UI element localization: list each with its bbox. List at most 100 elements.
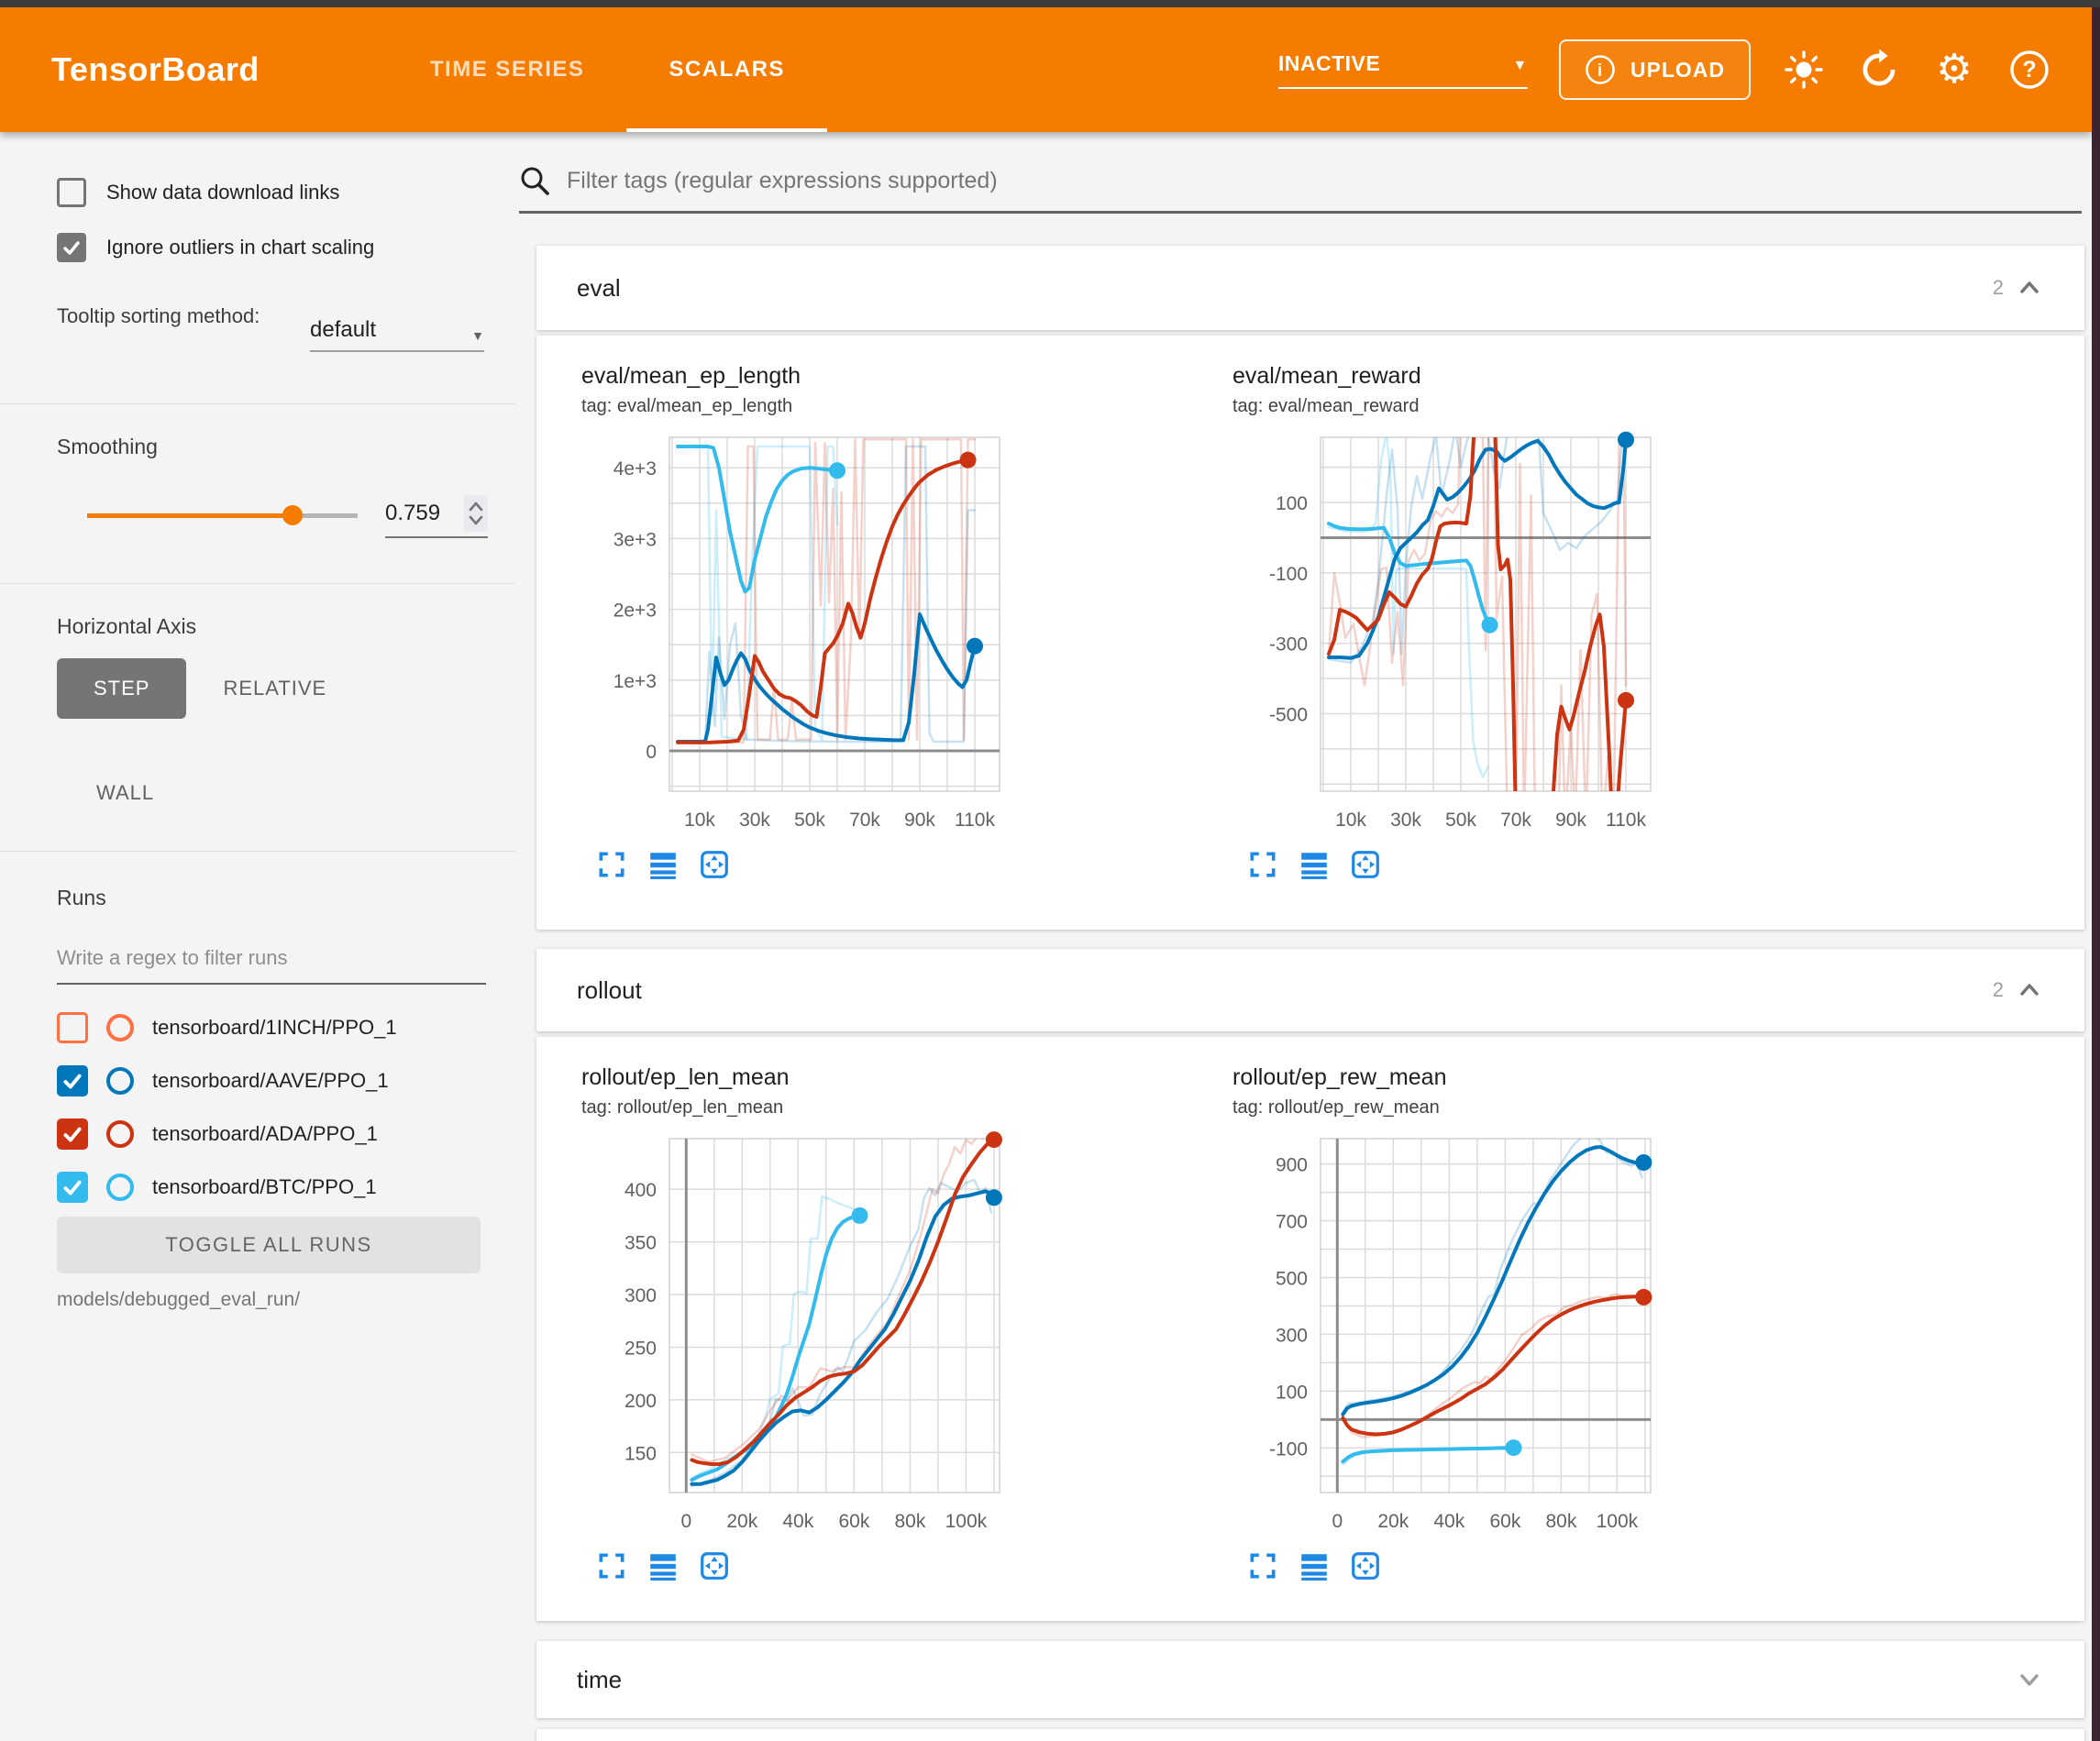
tab-scalars[interactable]: SCALARS [626, 7, 827, 132]
settings-button[interactable]: ⚙ [1932, 48, 1976, 92]
tooltip-sorting-select[interactable]: default ▼ [310, 317, 484, 352]
run-row: tensorboard/1INCH/PPO_1 [57, 1001, 397, 1054]
chart-canvas[interactable]: 10k30k50k70k90k110k100-100-300-500 [1220, 426, 1871, 845]
section-header-rollout[interactable]: rollout 2 [536, 949, 2084, 1031]
svg-text:100: 100 [1276, 1382, 1308, 1403]
chart-tag: tag: eval/mean_ep_length [581, 396, 1220, 417]
smoothing-slider[interactable] [87, 505, 358, 525]
fullscreen-icon[interactable] [596, 849, 627, 880]
line-chart[interactable]: 020k40k60k80k100k-100100300500700900 [1220, 1128, 1871, 1542]
chart-toolbar [596, 849, 1220, 880]
chart-toolbar [1247, 849, 1871, 880]
data-table-icon[interactable] [1299, 1550, 1330, 1581]
chevron-up-icon[interactable] [2015, 975, 2044, 1005]
number-stepper[interactable] [464, 495, 488, 532]
run-name: tensorboard/BTC/PPO_1 [152, 1175, 377, 1199]
divider [0, 583, 515, 584]
svg-text:100k: 100k [1597, 1511, 1639, 1532]
data-table-icon[interactable] [1299, 849, 1330, 880]
svg-text:-100: -100 [1269, 564, 1308, 585]
chevron-up-icon[interactable] [2015, 273, 2044, 303]
tab-bar: TIME SERIES SCALARS [388, 7, 827, 132]
run-checkbox[interactable] [57, 1065, 88, 1096]
run-checkbox[interactable] [57, 1012, 88, 1043]
fullscreen-icon[interactable] [596, 1550, 627, 1581]
svg-text:-100: -100 [1269, 1438, 1308, 1460]
run-list: tensorboard/1INCH/PPO_1 tensorboard/AAVE… [57, 1001, 397, 1214]
tag-filter-field[interactable]: Filter tags (regular expressions support… [519, 165, 2082, 214]
run-name: tensorboard/ADA/PPO_1 [152, 1122, 378, 1146]
svg-text:10k: 10k [1335, 810, 1366, 831]
chart-card-eval-mean-reward: eval/mean_reward tag: eval/mean_reward 1… [1220, 363, 1871, 880]
refresh-button[interactable] [1857, 48, 1901, 92]
chevron-down-icon: ▼ [1513, 55, 1528, 76]
chart-toolbar [596, 1550, 1220, 1581]
chevron-down-icon[interactable] [2015, 1665, 2044, 1694]
fullscreen-icon[interactable] [1247, 1550, 1278, 1581]
smoothing-value-field[interactable]: 0.759 [385, 495, 488, 538]
section-header-time[interactable]: time [536, 1641, 2084, 1718]
runs-filter-input[interactable]: Write a regex to filter runs [57, 946, 486, 985]
svg-text:60k: 60k [1489, 1511, 1520, 1532]
chart-canvas[interactable]: 020k40k60k80k100k150200250300350400 [569, 1128, 1220, 1547]
section-title: rollout [577, 976, 642, 1005]
svg-text:500: 500 [1276, 1269, 1308, 1290]
svg-text:40k: 40k [1433, 1511, 1464, 1532]
show-download-links-checkbox[interactable] [57, 178, 86, 207]
svg-text:100: 100 [1276, 493, 1308, 514]
chart-canvas[interactable]: 10k30k50k70k90k110k01e+32e+33e+34e+3 [569, 426, 1220, 845]
runs-label: Runs [57, 886, 106, 910]
help-button[interactable]: ? [2007, 48, 2051, 92]
section-title: time [577, 1666, 622, 1694]
run-color-ring-icon [106, 1014, 134, 1041]
header-actions: INACTIVE ▼ i UPLOAD [1278, 39, 2051, 100]
run-name: tensorboard/AAVE/PPO_1 [152, 1069, 389, 1093]
chart-tag: tag: eval/mean_reward [1232, 396, 1871, 417]
fullscreen-icon[interactable] [1247, 849, 1278, 880]
svg-text:60k: 60k [838, 1511, 869, 1532]
line-chart[interactable]: 020k40k60k80k100k150200250300350400 [569, 1128, 1220, 1542]
svg-text:1e+3: 1e+3 [613, 671, 657, 692]
tag-filter-placeholder: Filter tags (regular expressions support… [567, 168, 998, 194]
axis-option-wall[interactable]: WALL [96, 763, 154, 823]
upload-button[interactable]: i UPLOAD [1559, 39, 1751, 100]
svg-text:110k: 110k [1606, 810, 1646, 831]
svg-text:50k: 50k [794, 810, 825, 831]
app-header: TensorBoard TIME SERIES SCALARS INACTIVE… [0, 7, 2092, 132]
svg-text:250: 250 [624, 1339, 657, 1360]
axis-option-step[interactable]: STEP [57, 658, 186, 719]
fit-domain-icon[interactable] [699, 1550, 730, 1581]
svg-text:700: 700 [1276, 1212, 1308, 1233]
status-dropdown[interactable]: INACTIVE ▼ [1278, 51, 1528, 89]
svg-text:100k: 100k [945, 1511, 988, 1532]
ignore-outliers-checkbox[interactable] [57, 233, 86, 262]
toggle-all-runs-button[interactable]: TOGGLE ALL RUNS [57, 1217, 481, 1273]
line-chart[interactable]: 10k30k50k70k90k110k01e+32e+33e+34e+3 [569, 426, 1220, 841]
run-row: tensorboard/AAVE/PPO_1 [57, 1054, 397, 1107]
run-checkbox[interactable] [57, 1172, 88, 1203]
data-table-icon[interactable] [647, 849, 679, 880]
run-checkbox[interactable] [57, 1118, 88, 1150]
chart-canvas[interactable]: 020k40k60k80k100k-100100300500700900 [1220, 1128, 1871, 1547]
tooltip-sorting-value: default [310, 317, 376, 343]
fit-domain-icon[interactable] [699, 849, 730, 880]
svg-text:90k: 90k [904, 810, 935, 831]
run-color-ring-icon [106, 1067, 134, 1095]
slider-knob[interactable] [282, 505, 303, 525]
brightness-toggle-button[interactable] [1782, 48, 1826, 92]
tab-time-series[interactable]: TIME SERIES [388, 7, 627, 132]
svg-text:50k: 50k [1445, 810, 1476, 831]
axis-options-row: STEP RELATIVE [57, 658, 326, 719]
svg-text:10k: 10k [684, 810, 715, 831]
svg-text:400: 400 [624, 1180, 657, 1201]
svg-text:90k: 90k [1555, 810, 1586, 831]
app-title: TensorBoard [51, 50, 260, 89]
svg-text:3e+3: 3e+3 [613, 529, 657, 550]
data-table-icon[interactable] [647, 1550, 679, 1581]
axis-option-relative[interactable]: RELATIVE [223, 658, 326, 719]
checkmark-icon [61, 1069, 84, 1093]
fit-domain-icon[interactable] [1350, 1550, 1381, 1581]
fit-domain-icon[interactable] [1350, 849, 1381, 880]
line-chart[interactable]: 10k30k50k70k90k110k100-100-300-500 [1220, 426, 1871, 841]
section-header-eval[interactable]: eval 2 [536, 246, 2084, 330]
